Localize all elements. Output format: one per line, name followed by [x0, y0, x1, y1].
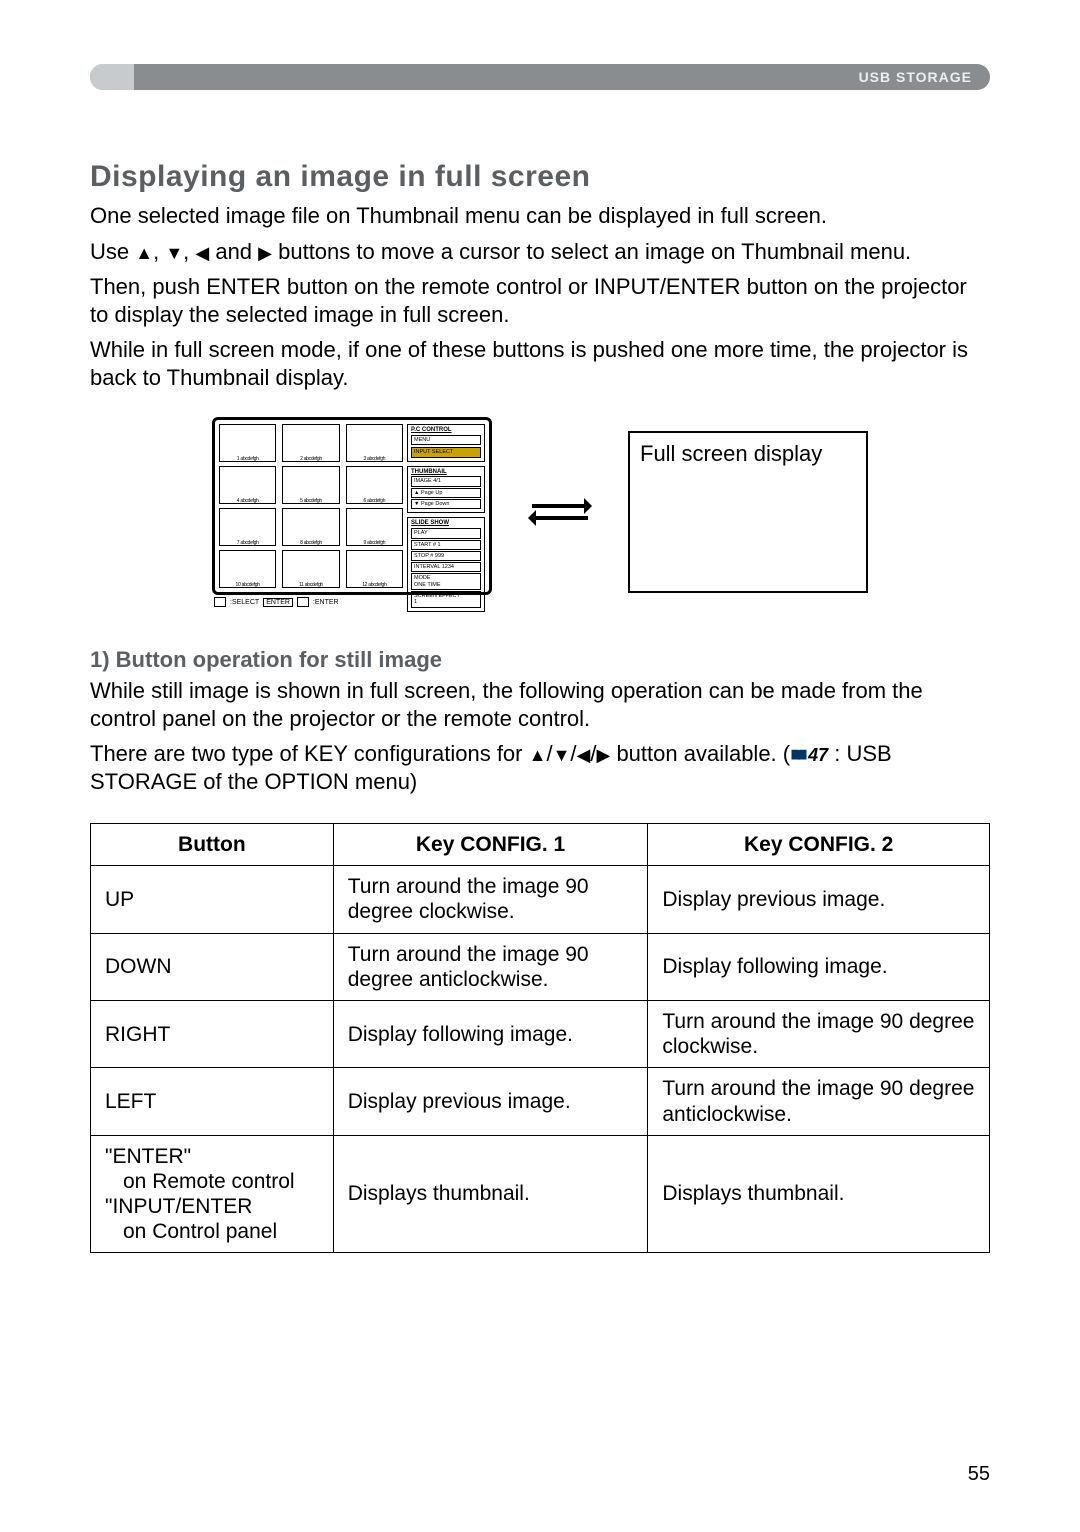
thumbnail-cell: 10 abcdefgh: [219, 550, 276, 588]
table-row: DOWN Turn around the image 90 degree ant…: [91, 933, 990, 1000]
arrows-separator: and: [209, 239, 258, 264]
p2-pre: Use: [90, 239, 135, 264]
thumbnail-cell: 11 abcdefgh: [282, 550, 339, 588]
subsection-heading: 1) Button operation for still image: [90, 647, 990, 673]
key-config-table: Button Key CONFIG. 1 Key CONFIG. 2 UP Tu…: [90, 823, 990, 1253]
page: USB STORAGE Displaying an image in full …: [0, 0, 1080, 1532]
arrow-right-icon: [532, 504, 588, 508]
table-row: UP Turn around the image 90 degree clock…: [91, 866, 990, 933]
fullscreen-display-box: Full screen display: [628, 431, 868, 593]
table-row: "ENTER" on Remote control "INPUT/ENTER o…: [91, 1135, 990, 1253]
thumbnail-cell: 3 abcdefgh: [346, 424, 403, 462]
th-config2: Key CONFIG. 2: [648, 824, 990, 866]
thumbnail-cell: 2 abcdefgh: [282, 424, 339, 462]
page-number: 55: [968, 1463, 990, 1486]
th-config1: Key CONFIG. 1: [333, 824, 648, 866]
s2-pre: There are two type of KEY configurations…: [90, 741, 529, 766]
s2-mid: button available. (: [610, 741, 790, 766]
enter-button-cell: "ENTER" on Remote control "INPUT/ENTER o…: [91, 1135, 334, 1253]
fullscreen-label: Full screen display: [640, 441, 822, 466]
sub-paragraph-1: While still image is shown in full scree…: [90, 677, 990, 732]
side-slide-show: SLIDE SHOW PLAY START # 1 STOP # 999 INT…: [407, 517, 485, 611]
table-row: LEFT Display previous image. Turn around…: [91, 1068, 990, 1135]
thumbnail-side-panel: P.C CONTROL MENU INPUT SELECT THUMBNAIL …: [407, 424, 485, 588]
book-icon: [790, 748, 808, 762]
transition-arrows: [532, 504, 588, 520]
table-header-row: Button Key CONFIG. 1 Key CONFIG. 2: [91, 824, 990, 866]
thumbnail-menu-mock: 1 abcdefgh 2 abcdefgh 3 abcdefgh 4 abcde…: [212, 417, 492, 607]
down-triangle-icon: ▼: [553, 745, 571, 765]
arrow-left-icon: [532, 516, 588, 520]
paragraph-1: One selected image file on Thumbnail men…: [90, 202, 990, 230]
select-icon: [214, 597, 226, 607]
thumbnail-grid: 1 abcdefgh 2 abcdefgh 3 abcdefgh 4 abcde…: [219, 424, 407, 588]
thumbnail-cell: 8 abcdefgh: [282, 508, 339, 546]
thumbnail-frame: 1 abcdefgh 2 abcdefgh 3 abcdefgh 4 abcde…: [212, 417, 492, 595]
header-label: USB STORAGE: [859, 64, 972, 90]
enter-icon: [297, 597, 309, 607]
thumbnail-cell: 12 abcdefgh: [346, 550, 403, 588]
paragraph-4: While in full screen mode, if one of the…: [90, 336, 990, 391]
table-row: RIGHT Display following image. Turn arou…: [91, 1000, 990, 1067]
thumbnail-cell: 6 abcdefgh: [346, 466, 403, 504]
thumbnail-cell: 4 abcdefgh: [219, 466, 276, 504]
down-triangle-icon: ▼: [165, 243, 183, 263]
diagram-row: 1 abcdefgh 2 abcdefgh 3 abcdefgh 4 abcde…: [90, 417, 990, 607]
thumbnail-cell: 9 abcdefgh: [346, 508, 403, 546]
left-triangle-icon: ◀: [195, 243, 209, 263]
page-reference: 47: [808, 745, 828, 765]
p2-post: buttons to move a cursor to select an im…: [272, 239, 911, 264]
header-band: USB STORAGE: [90, 64, 990, 90]
side-thumbnail: THUMBNAIL IMAGE 4/1 ▲ Page Up ▼ Page Dow…: [407, 466, 485, 514]
th-button: Button: [91, 824, 334, 866]
right-triangle-icon: ▶: [596, 745, 610, 765]
thumbnail-cell: 1 abcdefgh: [219, 424, 276, 462]
paragraph-3: Then, push ENTER button on the remote co…: [90, 273, 990, 328]
section-title: Displaying an image in full screen: [90, 160, 990, 194]
right-triangle-icon: ▶: [258, 243, 272, 263]
up-triangle-icon: ▲: [529, 745, 547, 765]
side-pc-control: P.C CONTROL MENU INPUT SELECT: [407, 424, 485, 462]
thumbnail-cell: 7 abcdefgh: [219, 508, 276, 546]
up-triangle-icon: ▲: [135, 243, 153, 263]
sub-paragraph-2: There are two type of KEY configurations…: [90, 740, 990, 795]
thumbnail-cell: 5 abcdefgh: [282, 466, 339, 504]
paragraph-2: Use ▲, ▼, ◀ and ▶ buttons to move a curs…: [90, 238, 990, 266]
left-triangle-icon: ◀: [577, 745, 591, 765]
